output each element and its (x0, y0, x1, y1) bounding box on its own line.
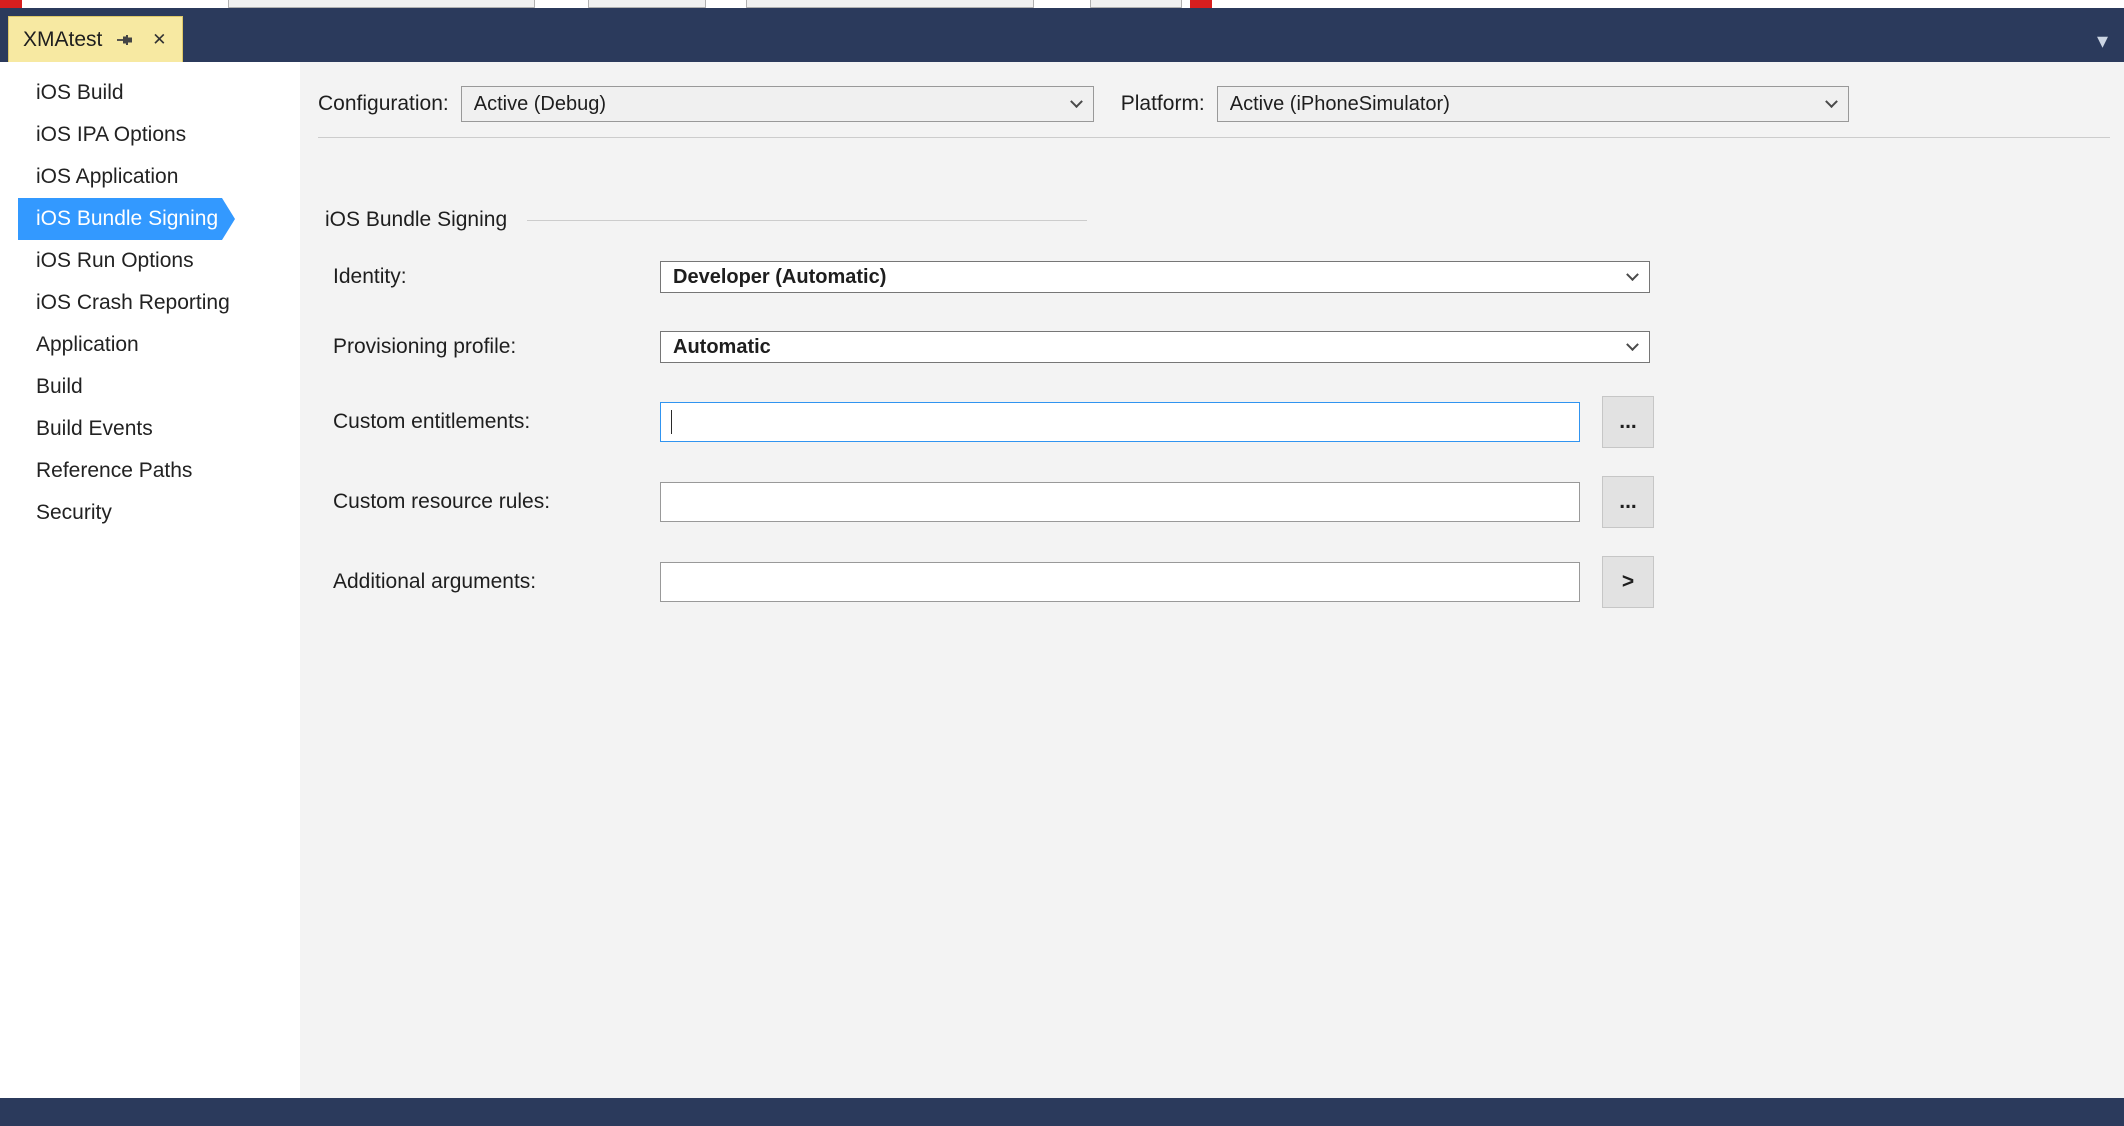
sidebar-item-ios-application[interactable]: iOS Application (18, 156, 222, 198)
screen-top-artifacts (0, 0, 2124, 8)
close-icon[interactable]: ✕ (148, 29, 170, 51)
additional-arguments-row: Additional arguments: > (318, 556, 2124, 608)
chevron-down-icon (1069, 94, 1083, 108)
provisioning-profile-row: Provisioning profile: Automatic (318, 326, 2124, 368)
artifact-red-left (0, 0, 22, 8)
document-tab-bar: XMAtest ✕ ▾ (0, 8, 2124, 62)
configuration-value: Active (Debug) (473, 92, 607, 115)
sidebar-item-reference-paths[interactable]: Reference Paths (18, 450, 222, 492)
provisioning-profile-value: Automatic (673, 335, 771, 358)
artifact-bar-2 (588, 0, 706, 8)
additional-arguments-input[interactable] (660, 562, 1580, 602)
pin-icon[interactable] (114, 29, 136, 51)
tab-xmatest[interactable]: XMAtest ✕ (8, 16, 184, 62)
sidebar-item-build-events[interactable]: Build Events (18, 408, 222, 450)
additional-arguments-label: Additional arguments: (333, 570, 537, 593)
section-divider (527, 219, 1088, 221)
sidebar-item-ios-crash-reporting[interactable]: iOS Crash Reporting (18, 282, 230, 324)
text-caret (671, 410, 672, 434)
chevron-down-icon (1824, 94, 1838, 108)
custom-entitlements-input[interactable] (660, 402, 1580, 442)
main-panel: Configuration: Active (Debug) Platform: … (300, 62, 2124, 1098)
browse-resource-rules-button[interactable]: ... (1602, 476, 1654, 528)
configuration-row: Configuration: Active (Debug) Platform: … (318, 86, 2124, 122)
sidebar-item-application[interactable]: Application (18, 324, 222, 366)
custom-entitlements-row: Custom entitlements: ... (318, 396, 2124, 448)
identity-dropdown[interactable]: Developer (Automatic) (660, 261, 1650, 293)
sidebar-item-ios-build[interactable]: iOS Build (18, 72, 222, 114)
artifact-bar-3 (746, 0, 1034, 8)
identity-row: Identity: Developer (Automatic) (318, 256, 2124, 298)
content-area: iOS Build iOS IPA Options iOS Applicatio… (0, 62, 2124, 1098)
properties-page-window: XMAtest ✕ ▾ iOS Build iOS IPA Options iO… (0, 0, 2124, 1126)
section-title: iOS Bundle Signing (325, 208, 508, 231)
tab-title: XMAtest (23, 27, 103, 51)
property-pages-sidebar: iOS Build iOS IPA Options iOS Applicatio… (0, 62, 300, 1098)
chevron-down-icon (1626, 267, 1639, 281)
identity-value: Developer (Automatic) (673, 265, 887, 288)
bottom-window-chrome (0, 1098, 2124, 1126)
sidebar-item-ios-bundle-signing[interactable]: iOS Bundle Signing (18, 198, 235, 240)
browse-entitlements-button[interactable]: ... (1602, 396, 1654, 448)
provisioning-profile-label: Provisioning profile: (333, 335, 517, 358)
platform-dropdown[interactable]: Active (iPhoneSimulator) (1216, 86, 1849, 122)
custom-resource-rules-input-wrap (660, 482, 1580, 522)
chevron-down-icon[interactable]: ▾ (2097, 28, 2108, 54)
custom-resource-rules-row: Custom resource rules: ... (318, 476, 2124, 528)
sidebar-item-security[interactable]: Security (18, 492, 222, 534)
custom-entitlements-label: Custom entitlements: (333, 410, 531, 433)
artifact-bar-4 (1090, 0, 1182, 8)
artifact-red-mid (1190, 0, 1212, 8)
additional-arguments-expand-button[interactable]: > (1602, 556, 1654, 608)
additional-arguments-input-wrap (660, 562, 1580, 602)
artifact-bar-1 (228, 0, 535, 8)
platform-label: Platform: (1120, 92, 1205, 115)
chevron-down-icon (1626, 337, 1639, 351)
sidebar-item-ios-ipa-options[interactable]: iOS IPA Options (18, 114, 222, 156)
sidebar-item-build[interactable]: Build (18, 366, 222, 408)
configuration-dropdown[interactable]: Active (Debug) (460, 86, 1094, 122)
sidebar-item-ios-run-options[interactable]: iOS Run Options (18, 240, 222, 282)
configuration-label: Configuration: (318, 92, 449, 115)
identity-label: Identity: (333, 265, 407, 288)
custom-resource-rules-label: Custom resource rules: (333, 490, 551, 513)
custom-resource-rules-input[interactable] (660, 482, 1580, 522)
toolbar-separator (318, 137, 2110, 138)
section-header: iOS Bundle Signing (325, 208, 2124, 232)
custom-entitlements-input-wrap (660, 402, 1580, 442)
provisioning-profile-dropdown[interactable]: Automatic (660, 331, 1650, 363)
bundle-signing-form: Identity: Developer (Automatic) Provisio… (318, 256, 2124, 608)
platform-value: Active (iPhoneSimulator) (1229, 92, 1450, 115)
